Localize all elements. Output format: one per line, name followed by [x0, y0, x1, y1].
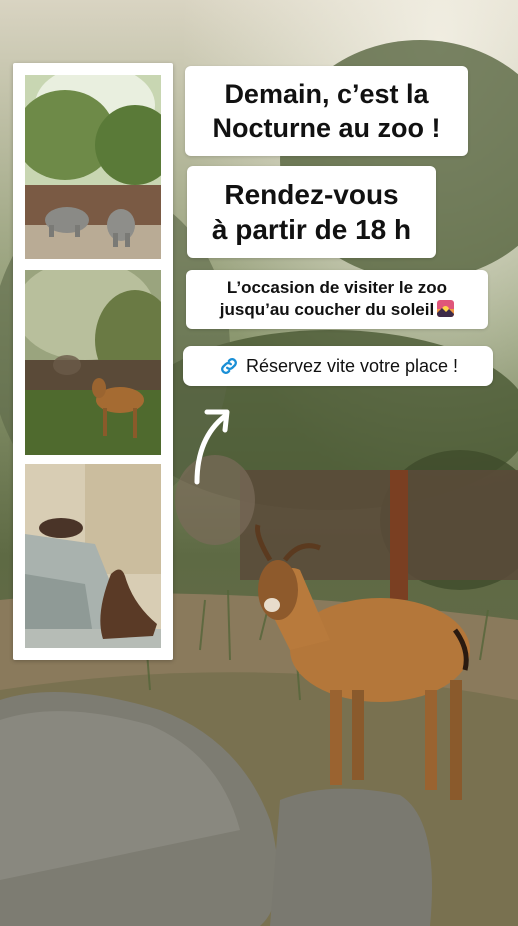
rendezvous-bubble: Rendez-vous à partir de 18 h	[187, 166, 436, 258]
photo-strip	[13, 63, 173, 660]
occasion-line2-wrap: jusqu’au coucher du soleil	[186, 299, 488, 321]
headline-line1: Demain, c’est la	[224, 79, 429, 109]
occasion-bubble: L’occasion de visiter le zoo jusqu’au co…	[186, 270, 488, 329]
reserve-label: Réservez vite votre place !	[245, 356, 459, 376]
rendezvous-line2: à partir de 18 h	[211, 214, 412, 245]
occasion-line2: jusqu’au coucher du soleil	[219, 300, 435, 319]
reserve-link-bubble[interactable]: Réservez vite votre place !	[183, 346, 493, 386]
sunset-emoji-icon	[437, 300, 455, 317]
rhino-photo	[25, 75, 161, 259]
rendezvous-line1: Rendez-vous	[224, 179, 399, 210]
headline-line2: Nocturne au zoo !	[212, 113, 441, 143]
sea-lion-photo	[25, 464, 161, 648]
curved-arrow-icon	[185, 398, 241, 488]
occasion-line1: L’occasion de visiter le zoo	[226, 278, 448, 297]
headline-bubble: Demain, c’est la Nocturne au zoo !	[185, 66, 468, 156]
link-icon	[218, 355, 240, 377]
antelope-photo	[25, 270, 161, 455]
